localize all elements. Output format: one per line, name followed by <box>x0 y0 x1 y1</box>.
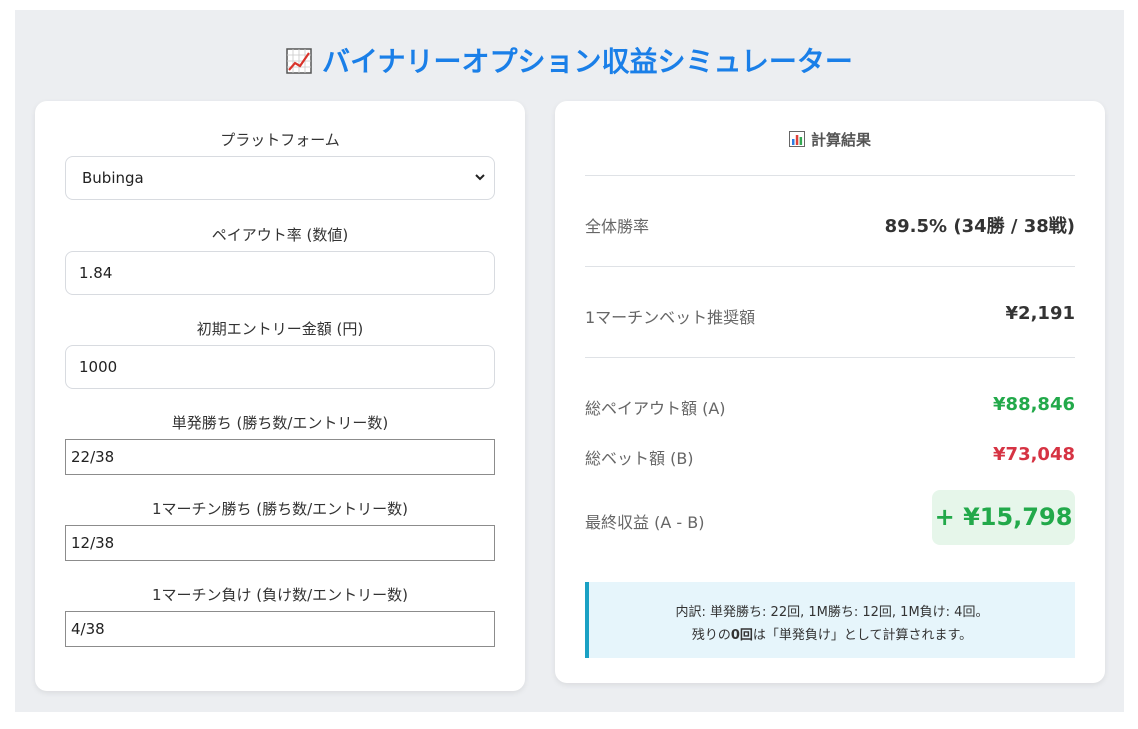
breakdown-note: 内訳: 単発勝ち: 22回, 1M勝ち: 12回, 1M負け: 4回。 残りの0… <box>585 582 1075 658</box>
martin-loss-label: 1マーチン負け (負け数/エントリー数) <box>151 586 409 604</box>
payout-input[interactable]: 1.84 <box>65 251 495 295</box>
remaining-count: 0回 <box>730 628 753 643</box>
page-title: バイナリーオプション収益シミュレーター <box>15 40 1124 80</box>
total-payout-value: ¥88,846 <box>993 394 1075 415</box>
single-win-label: 単発勝ち (勝ち数/エントリー数) <box>171 414 389 432</box>
final-profit-label: 最終収益 (A - B) <box>585 513 705 532</box>
results-title-text: 計算結果 <box>810 131 871 149</box>
martin-bet-label: 1マーチンベット推奨額 <box>585 308 756 327</box>
total-bet-value: ¥73,048 <box>993 444 1075 465</box>
platform-label: プラットフォーム <box>220 131 340 149</box>
remaining-prefix: 残りの <box>691 628 731 643</box>
app-frame: バイナリーオプション収益シミュレーター プラットフォーム Bubinga ペイア… <box>15 10 1124 712</box>
platform-selected-value: Bubinga <box>82 169 144 187</box>
single-win-input[interactable]: 22/38 <box>65 439 495 475</box>
remaining-suffix: は「単発負け」として計算されます。 <box>752 628 973 643</box>
platform-select[interactable]: Bubinga <box>65 156 495 200</box>
chart-increasing-icon <box>286 48 312 74</box>
martin-win-input[interactable]: 12/38 <box>65 525 495 561</box>
payout-label: ペイアウト率 (数値) <box>211 226 349 244</box>
results-title: 計算結果 <box>555 129 1105 150</box>
entry-amount-label: 初期エントリー金額 (円) <box>196 320 364 338</box>
martin-bet-value: ¥2,191 <box>1005 303 1075 324</box>
total-payout-label: 総ペイアウト額 (A) <box>585 399 726 418</box>
chevron-down-icon <box>475 174 485 181</box>
martin-loss-input[interactable]: 4/38 <box>65 611 495 647</box>
win-rate-label: 全体勝率 <box>585 217 650 236</box>
total-bet-label: 総ベット額 (B) <box>585 449 694 468</box>
win-rate-value: 89.5% (34勝 / 38戦) <box>884 216 1075 237</box>
page-title-text: バイナリーオプション収益シミュレーター <box>322 45 853 78</box>
entry-amount-input[interactable]: 1000 <box>65 345 495 389</box>
martin-win-label: 1マーチン勝ち (勝ち数/エントリー数) <box>151 500 409 518</box>
divider <box>585 357 1075 358</box>
divider <box>585 175 1075 176</box>
breakdown-line: 内訳: 単発勝ち: 22回, 1M勝ち: 12回, 1M負け: 4回。 <box>675 605 989 620</box>
input-panel: プラットフォーム Bubinga ペイアウト率 (数値) 1.84 初期エントリ… <box>35 101 525 691</box>
remaining-line: 残りの0回は「単発負け」として計算されます。 <box>589 624 1075 643</box>
results-panel: 計算結果 全体勝率 89.5% (34勝 / 38戦) 1マーチンベット推奨額 … <box>555 101 1105 683</box>
final-profit-value: + ¥15,798 <box>932 490 1075 545</box>
bar-chart-icon <box>788 131 805 147</box>
divider <box>585 266 1075 267</box>
